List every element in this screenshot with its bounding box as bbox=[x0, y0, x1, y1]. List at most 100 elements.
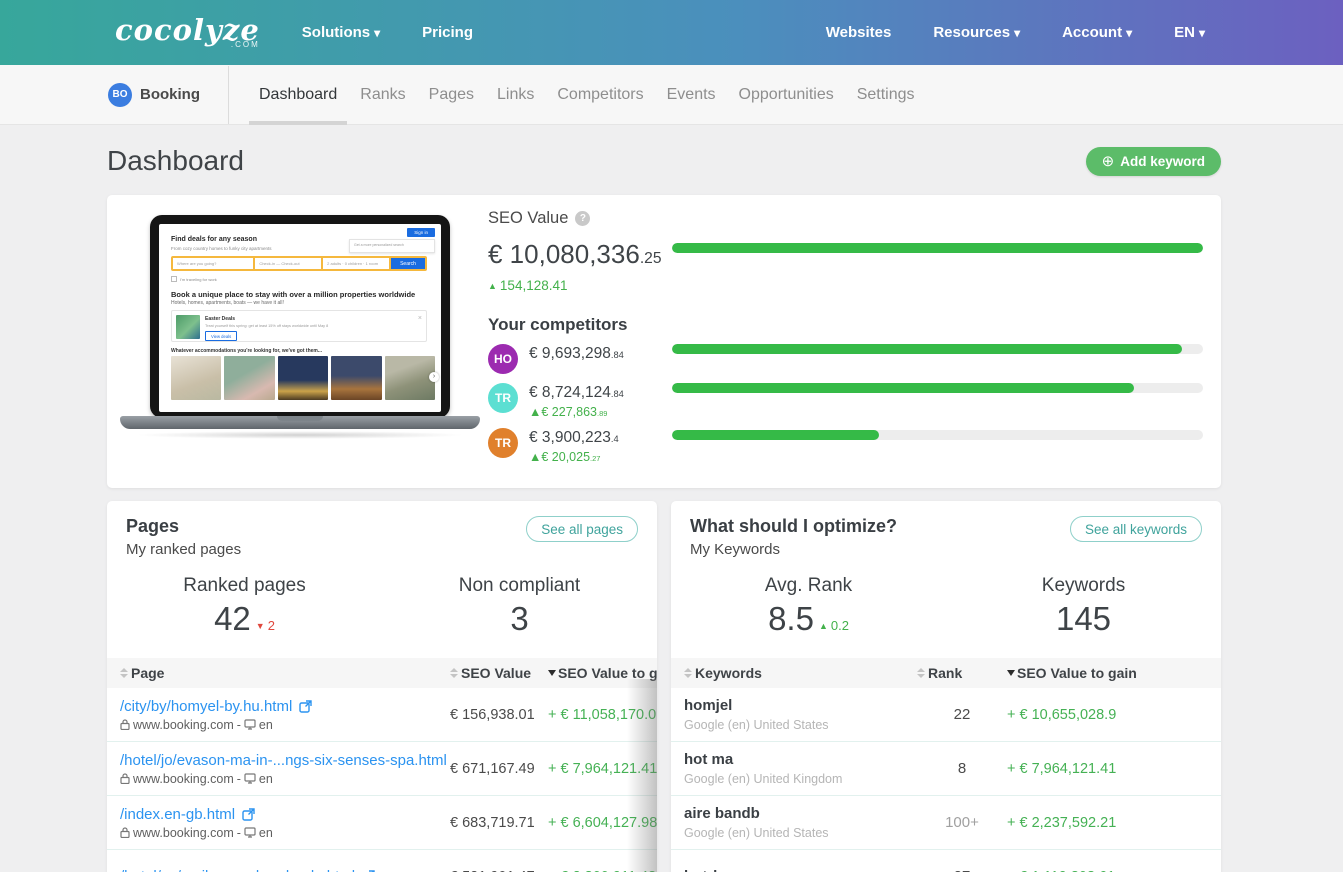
sort-page-column[interactable]: Page bbox=[107, 665, 450, 681]
tab-pages[interactable]: Pages bbox=[429, 65, 474, 125]
external-link-icon bbox=[299, 700, 312, 713]
nav-resources[interactable]: Resources▾ bbox=[933, 24, 1020, 41]
competitor-value: € 9,693,298.84 bbox=[529, 345, 624, 363]
mini-close-icon: × bbox=[418, 315, 422, 337]
keywords-card: What should I optimize? My Keywords See … bbox=[671, 501, 1221, 872]
sort-gain-column[interactable]: SEO Value to gain bbox=[548, 665, 657, 681]
caret-down-icon: ▾ bbox=[374, 26, 380, 40]
property-photo bbox=[278, 356, 328, 400]
lock-icon bbox=[120, 827, 130, 838]
sort-icon bbox=[120, 668, 128, 678]
mini-signin-button: Sign in bbox=[407, 228, 435, 237]
tab-opportunities[interactable]: Opportunities bbox=[739, 65, 834, 125]
tab-links[interactable]: Links bbox=[497, 65, 534, 125]
keyword-engine: Google (en) United States bbox=[671, 826, 917, 840]
sort-keywords-column[interactable]: Keywords bbox=[671, 665, 917, 681]
sort-seo-value-column[interactable]: SEO Value bbox=[450, 665, 548, 681]
sort-gain-column[interactable]: SEO Value to gain bbox=[1007, 665, 1221, 681]
page-domain: www.booking.com- en bbox=[120, 718, 450, 732]
seo-value-title: SEO Value bbox=[488, 209, 568, 228]
competitor-value: € 8,724,124.84 bbox=[529, 384, 624, 402]
page-url-link[interactable]: /hotel/us/caribe-royale-orlando.html bbox=[120, 868, 450, 872]
mini-hero-subtitle: Hotels, homes, apartments, boats — we ha… bbox=[171, 300, 284, 306]
nav-pricing[interactable]: Pricing bbox=[422, 24, 473, 41]
keyword-rank: 100+ bbox=[917, 814, 1007, 831]
property-photo bbox=[385, 356, 435, 400]
seo-info-column: SEO Value ? € 10,080,336.25 ▲154,128.41 … bbox=[488, 209, 662, 464]
tab-ranks[interactable]: Ranks bbox=[360, 65, 405, 125]
keyword-table-row[interactable]: hot ma Google (en) United Kingdom 8 + € … bbox=[671, 742, 1221, 796]
tab-dashboard[interactable]: Dashboard bbox=[259, 65, 337, 125]
see-all-pages-button[interactable]: See all pages bbox=[526, 516, 638, 542]
caret-down-icon: ▾ bbox=[1014, 26, 1020, 40]
seo-value-amount: € 10,080,336.25 bbox=[488, 239, 662, 270]
page-url-link[interactable]: /hotel/jo/evason-ma-in-...ngs-six-senses… bbox=[120, 752, 450, 769]
page-table-row[interactable]: /hotel/us/caribe-royale-orlando.html € 5… bbox=[107, 850, 657, 872]
competitor-bar bbox=[672, 344, 1203, 354]
keyword-gain-value: + € 1,119,308.61 bbox=[1007, 869, 1221, 872]
mini-occupancy-field: 2 adults · 0 children · 1 room bbox=[323, 258, 391, 269]
nav-language[interactable]: EN▾ bbox=[1174, 24, 1205, 41]
page-gain-value: + € 2,300,911.43 bbox=[548, 869, 657, 872]
non-compliant-stat: Non compliant 3 bbox=[382, 575, 657, 638]
site-name: Booking bbox=[140, 86, 200, 103]
seo-value-card: Find deals for any season From cozy coun… bbox=[107, 195, 1221, 488]
keywords-card-subtitle: My Keywords bbox=[690, 541, 897, 558]
page-url-link[interactable]: /city/by/homyel-by.hu.html bbox=[120, 698, 450, 715]
mini-search-button: Search bbox=[391, 258, 425, 269]
add-keyword-button[interactable]: ⊕ Add keyword bbox=[1086, 147, 1221, 176]
nav-websites[interactable]: Websites bbox=[826, 24, 892, 41]
keyword-rank: 22 bbox=[917, 706, 1007, 723]
cocolyze-logo[interactable]: cocolyze .COM bbox=[115, 16, 260, 49]
competitor-avatar: TR bbox=[488, 383, 518, 413]
keyword-gain-value: + € 10,655,028.9 bbox=[1007, 707, 1221, 723]
keyword-table-row[interactable]: aire bandb Google (en) United States 100… bbox=[671, 796, 1221, 850]
keywords-card-title: What should I optimize? bbox=[690, 516, 897, 537]
pages-card: Pages My ranked pages See all pages Rank… bbox=[107, 501, 657, 872]
page-seo-value: € 156,938.01 bbox=[450, 707, 548, 723]
page-table-row[interactable]: /city/by/homyel-by.hu.html www.booking.c… bbox=[107, 688, 657, 742]
monitor-icon bbox=[244, 827, 256, 838]
site-selector[interactable]: BO Booking bbox=[108, 83, 200, 107]
keyword-table-row[interactable]: hotrl 27 + € 1,119,308.61 bbox=[671, 850, 1221, 872]
help-icon[interactable]: ? bbox=[575, 211, 590, 226]
mini-work-checkbox: I'm traveling for work bbox=[171, 276, 217, 282]
keyword-name: homjel bbox=[671, 697, 917, 714]
competitor-avatar: TR bbox=[488, 428, 518, 458]
page-table-row[interactable]: /index.en-gb.html www.booking.com- en € … bbox=[107, 796, 657, 850]
tab-competitors[interactable]: Competitors bbox=[557, 65, 643, 125]
page-domain: www.booking.com- en bbox=[120, 826, 450, 840]
page-domain: www.booking.com- en bbox=[120, 772, 450, 786]
tab-events[interactable]: Events bbox=[667, 65, 716, 125]
arrow-down-icon: ▼ bbox=[256, 621, 265, 631]
tab-settings[interactable]: Settings bbox=[857, 65, 915, 125]
mini-hero-title: Book a unique place to stay with over a … bbox=[171, 290, 429, 299]
mini-deal-text: Treat yourself this spring: get at least… bbox=[205, 324, 413, 328]
mini-deal-title: Easter Deals bbox=[205, 316, 413, 322]
see-all-keywords-button[interactable]: See all keywords bbox=[1070, 516, 1202, 542]
mini-deal-photo bbox=[176, 315, 200, 339]
laptop-base bbox=[120, 416, 480, 429]
competitor-value: € 3,900,223.4 bbox=[529, 429, 619, 447]
divider bbox=[228, 66, 229, 124]
page-gain-value: + € 6,604,127.98 bbox=[548, 815, 657, 831]
lock-icon bbox=[120, 719, 130, 730]
page-head: Dashboard ⊕ Add keyword bbox=[107, 145, 1221, 177]
top-navbar: cocolyze .COM Solutions▾ Pricing Website… bbox=[0, 0, 1343, 65]
keyword-rank: 8 bbox=[917, 760, 1007, 777]
page-url-link[interactable]: /index.en-gb.html bbox=[120, 806, 450, 823]
nav-account[interactable]: Account▾ bbox=[1062, 24, 1132, 41]
keyword-table-row[interactable]: homjel Google (en) United States 22 + € … bbox=[671, 688, 1221, 742]
competitors-title: Your competitors bbox=[488, 315, 662, 335]
lock-icon bbox=[120, 773, 130, 784]
mini-search-bar: Where are you going? Check-in — Check-ou… bbox=[171, 256, 427, 271]
page-table-row[interactable]: /hotel/jo/evason-ma-in-...ngs-six-senses… bbox=[107, 742, 657, 796]
laptop-screen-content: Find deals for any season From cozy coun… bbox=[159, 224, 441, 412]
mini-destination-field: Where are you going? bbox=[173, 258, 255, 269]
keywords-count-stat: Keywords 145 bbox=[946, 575, 1221, 638]
keyword-engine: Google (en) United States bbox=[671, 718, 917, 732]
keyword-name: aire bandb bbox=[671, 805, 917, 822]
nav-solutions[interactable]: Solutions▾ bbox=[302, 24, 380, 41]
sort-rank-column[interactable]: Rank bbox=[917, 665, 1007, 681]
logo-suffix: .COM bbox=[115, 41, 260, 49]
